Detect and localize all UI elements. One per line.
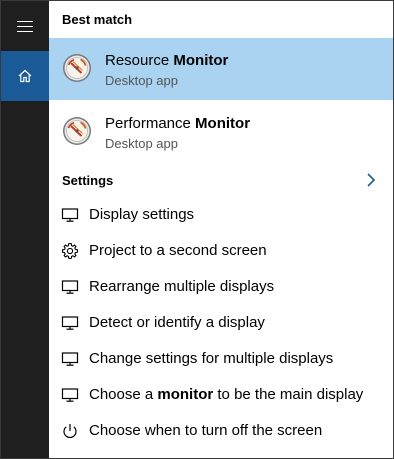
settings-heading: Settings — [62, 173, 114, 188]
search-panel: Best match Resource Monitor Desktop app — [0, 0, 394, 459]
menu-button[interactable] — [1, 1, 49, 51]
performance-monitor-icon — [63, 117, 91, 145]
settings-item-detect-display[interactable]: Detect or identify a display — [49, 305, 393, 341]
result-resource-monitor[interactable]: Resource Monitor Desktop app — [49, 38, 393, 100]
settings-item-label: Detect or identify a display — [89, 314, 265, 331]
monitor-icon — [61, 388, 79, 402]
home-icon — [18, 69, 32, 83]
best-match-heading: Best match — [62, 12, 133, 27]
app-name: Performance Monitor — [105, 115, 251, 132]
settings-item-label: Project to a second screen — [89, 242, 267, 259]
settings-item-rearrange-displays[interactable]: Rearrange multiple displays — [49, 269, 393, 305]
settings-item-label: Choose a monitor to be the main display — [89, 386, 364, 403]
home-button[interactable] — [1, 51, 49, 101]
app-type: Desktop app — [105, 136, 178, 151]
settings-item-main-display[interactable]: Choose a monitor to be the main display — [49, 377, 393, 413]
monitor-icon — [61, 352, 79, 366]
chevron-right-icon[interactable] — [363, 171, 379, 189]
power-icon — [63, 424, 77, 438]
settings-item-project-second-screen[interactable]: Project to a second screen — [49, 233, 393, 269]
hamburger-icon — [17, 20, 33, 32]
gear-icon — [61, 242, 79, 260]
left-rail — [1, 1, 49, 458]
settings-item-label: Change settings for multiple displays — [89, 350, 334, 367]
app-name: Resource Monitor — [105, 52, 229, 69]
settings-item-label: Display settings — [89, 206, 195, 223]
monitor-icon — [61, 316, 79, 330]
monitor-icon — [61, 280, 79, 294]
monitor-icon — [61, 208, 79, 222]
settings-item-label: Choose when to turn off the screen — [89, 422, 323, 439]
settings-item-screen-off[interactable]: Choose when to turn off the screen — [49, 413, 393, 449]
settings-item-multiple-displays[interactable]: Change settings for multiple displays — [49, 341, 393, 377]
result-performance-monitor[interactable]: Performance Monitor Desktop app — [49, 101, 393, 163]
app-type: Desktop app — [105, 73, 178, 88]
results-pane: Best match Resource Monitor Desktop app — [49, 1, 393, 458]
resource-monitor-icon — [63, 54, 91, 82]
settings-item-label: Rearrange multiple displays — [89, 278, 275, 295]
settings-item-display-settings[interactable]: Display settings — [49, 197, 393, 233]
